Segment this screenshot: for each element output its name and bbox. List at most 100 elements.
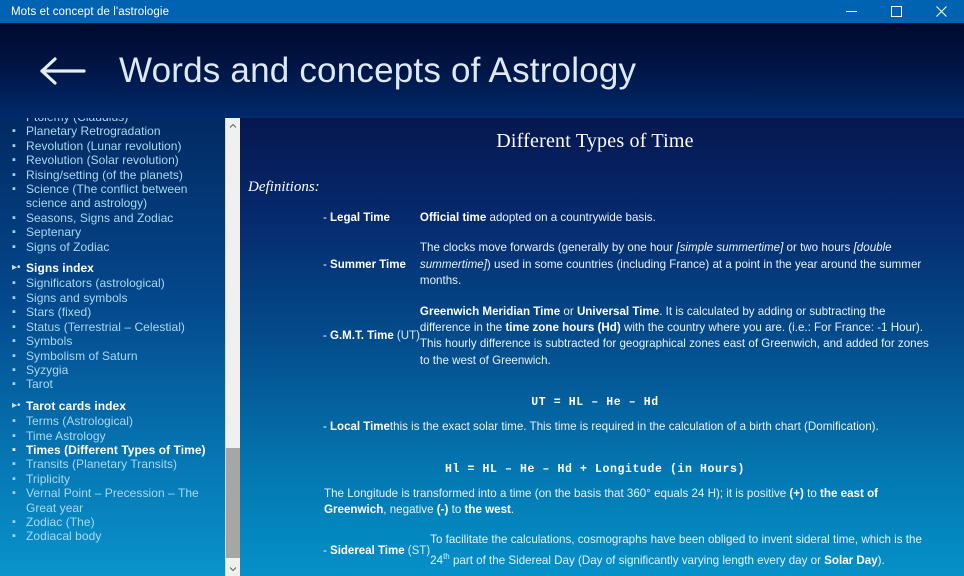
sidebar-list: ▪Ptolemy (Claudius)▪Planetary Retrograda… <box>0 118 222 544</box>
sidebar-item-label: Signs of Zodiac <box>26 239 110 254</box>
sidebar-item-label: Seasons, Signs and Zodiac <box>26 210 174 225</box>
sidebar-item-label: Septenary <box>26 225 82 240</box>
chevron-up-icon <box>229 123 237 129</box>
bullet-icon: ▪ <box>12 291 16 304</box>
close-button[interactable] <box>919 0 964 23</box>
definition-body: Greenwich Meridian Time or Universal Tim… <box>419 304 929 367</box>
title-bar: Mots et concept de l'astrologie <box>0 0 964 23</box>
sidebar-item-label: Tarot <box>26 377 53 392</box>
bullet-icon: ▪ <box>12 487 16 500</box>
sidebar-item-22[interactable]: ▪ Transits (Planetary Transits) <box>0 457 222 471</box>
sidebar-item-20[interactable]: ▪ Time Astrology <box>0 429 222 443</box>
definition-row: - Sidereal Time (ST) To facilitate the ca… <box>240 532 950 569</box>
definition-row: - G.M.T. Time (UT) Greenwich Meridian Tim… <box>240 304 950 370</box>
sidebar-item-7[interactable]: ▪ Septenary <box>0 225 222 239</box>
sidebar-item-label: Times (Different Types of Time) <box>26 442 206 457</box>
minimize-button[interactable] <box>829 0 874 23</box>
sidebar-group-18[interactable]: ▸• Tarot cards index <box>0 399 222 413</box>
chevron-down-icon <box>229 566 237 572</box>
body-container: ▪Ptolemy (Claudius)▪Planetary Retrograda… <box>0 118 964 576</box>
definition-body: The clocks move forwards (generally by o… <box>419 241 922 288</box>
back-button[interactable] <box>31 40 93 102</box>
sidebar-item-16[interactable]: ▪ Syzygia <box>0 363 222 377</box>
window-controls <box>829 0 964 23</box>
group-bullet-icon: ▸• <box>12 262 21 274</box>
sidebar-item-1[interactable]: ▪ Planetary Retrogradation <box>0 124 222 138</box>
window-title: Mots et concept de l'astrologie <box>11 5 170 18</box>
sidebar-group-9[interactable]: ▸• Signs index <box>0 261 222 275</box>
sidebar-scrollbar[interactable] <box>225 118 240 576</box>
scrollbar-down-button[interactable] <box>226 561 240 576</box>
paragraph-longitude: The Longitude is transformed into a time… <box>324 486 879 517</box>
bullet-icon: ▪ <box>12 530 16 543</box>
sidebar-item-13[interactable]: ▪ Status (Terrestrial – Celestial) <box>0 320 222 334</box>
row-spacer <box>240 290 950 304</box>
sidebar-item-label: Tarot cards index <box>26 398 126 413</box>
definition-term: - G.M.T. Time (UT) <box>323 330 420 343</box>
sidebar-item-17[interactable]: ▪ Tarot <box>0 377 222 391</box>
sidebar-item-23[interactable]: ▪ Triplicity <box>0 472 222 486</box>
sidebar-item-label: Signs and symbols <box>26 290 128 305</box>
sidebar-item-21[interactable]: ▪ Times (Different Types of Time) <box>0 443 222 457</box>
sidebar-item-11[interactable]: ▪ Signs and symbols <box>0 291 222 305</box>
app-window: Mots et concept de l'astrologie Words an… <box>0 0 964 576</box>
definitions-label: Definitions: <box>248 179 320 195</box>
local-time-table: - Local Time this is the exact solar time… <box>240 419 950 449</box>
sidebar-index: ▪Ptolemy (Claudius)▪Planetary Retrograda… <box>0 118 240 576</box>
sidebar-item-5[interactable]: ▪ Science (The conflict between science a… <box>0 182 222 211</box>
sidebar-item-24[interactable]: ▪ Vernal Point – Precession – The Great y… <box>0 486 222 515</box>
definition-term: - Sidereal Time (ST) <box>323 544 431 557</box>
sidebar-item-19[interactable]: ▪ Terms (Astrological) <box>0 414 222 428</box>
sidebar-item-15[interactable]: ▪ Symbolism of Saturn <box>0 349 222 363</box>
definition-row: - Summer Time The clocks move forwards (g… <box>240 240 950 289</box>
sidebar-item-8[interactable]: ▪ Signs of Zodiac <box>0 240 222 254</box>
sidebar-item-14[interactable]: ▪ Symbols <box>0 334 222 348</box>
bullet-icon: ▪ <box>12 211 16 224</box>
bullet-icon: ▪ <box>12 168 16 181</box>
sidebar-item-10[interactable]: ▪ Significators (astrological) <box>0 276 222 290</box>
definition-body: this is the exact solar time. This time … <box>389 420 879 434</box>
scrollbar-thumb[interactable] <box>226 448 240 558</box>
formula-ut: UT = HL – He – Hd <box>531 396 659 410</box>
sidebar-item-12[interactable]: ▪ Stars (fixed) <box>0 305 222 319</box>
scrollbar-up-button[interactable] <box>226 118 240 133</box>
sidebar-item-label: Symbols <box>26 334 73 349</box>
sidebar-item-25[interactable]: ▪ Zodiac (The) <box>0 515 222 529</box>
bullet-icon: ▪ <box>12 320 16 333</box>
article-title: Different Types of Time <box>496 130 694 152</box>
formula-hl: Hl = HL – He – Hd + Longitude (in Hours) <box>444 462 746 476</box>
article-content: Different Types of Time Definitions: - L… <box>240 118 964 576</box>
bullet-icon: ▪ <box>12 378 16 391</box>
bullet-icon: ▪ <box>12 415 16 428</box>
sidebar-item-6[interactable]: ▪ Seasons, Signs and Zodiac <box>0 211 222 225</box>
sidebar-item-label: Stars (fixed) <box>26 305 92 320</box>
sidebar-item-label: Symbolism of Saturn <box>26 348 138 363</box>
sidebar-item-label: Syzygia <box>26 362 69 377</box>
bullet-icon: ▪ <box>12 154 16 167</box>
sidebar-item-label: Terms (Astrological) <box>26 414 134 429</box>
definition-body: To facilitate the calculations, cosmogra… <box>430 533 922 567</box>
group-bullet-icon: ▸• <box>12 399 21 411</box>
definitions-table: - Legal Time Official time adopted on a c… <box>240 210 950 383</box>
sidebar-item-label: Zodiacal body <box>26 529 102 544</box>
bullet-icon: ▪ <box>12 306 16 319</box>
bullet-icon: ▪ <box>12 472 16 485</box>
article-inner: Different Types of Time Definitions: - L… <box>240 130 964 576</box>
sidebar-item-3[interactable]: ▪ Revolution (Solar revolution) <box>0 153 222 167</box>
definition-term: - Summer Time <box>323 259 406 272</box>
sidebar-item-label: Triplicity <box>26 471 71 486</box>
definition-term: - Legal Time <box>323 212 390 225</box>
bullet-icon: ▪ <box>12 226 16 239</box>
sidebar-item-2[interactable]: ▪ Revolution (Lunar revolution) <box>0 139 222 153</box>
sidebar-item-label: Time Astrology <box>26 428 106 443</box>
maximize-button[interactable] <box>874 0 919 23</box>
bullet-icon: ▪ <box>12 363 16 376</box>
sidebar-item-26[interactable]: ▪ Zodiacal body <box>0 529 222 543</box>
sidereal-time-table: - Sidereal Time (ST) To facilitate the ca… <box>240 532 950 576</box>
bullet-icon: ▪ <box>12 429 16 442</box>
sidebar-item-4[interactable]: ▪ Rising/setting (of the planets) <box>0 168 222 182</box>
sidebar-item-label: Science (The conflict between science an… <box>26 182 188 211</box>
sidebar-item-label: Transits (Planetary Transits) <box>26 457 178 472</box>
page-title: Words and concepts of Astrology <box>119 50 637 90</box>
bullet-icon: ▪ <box>12 349 16 362</box>
